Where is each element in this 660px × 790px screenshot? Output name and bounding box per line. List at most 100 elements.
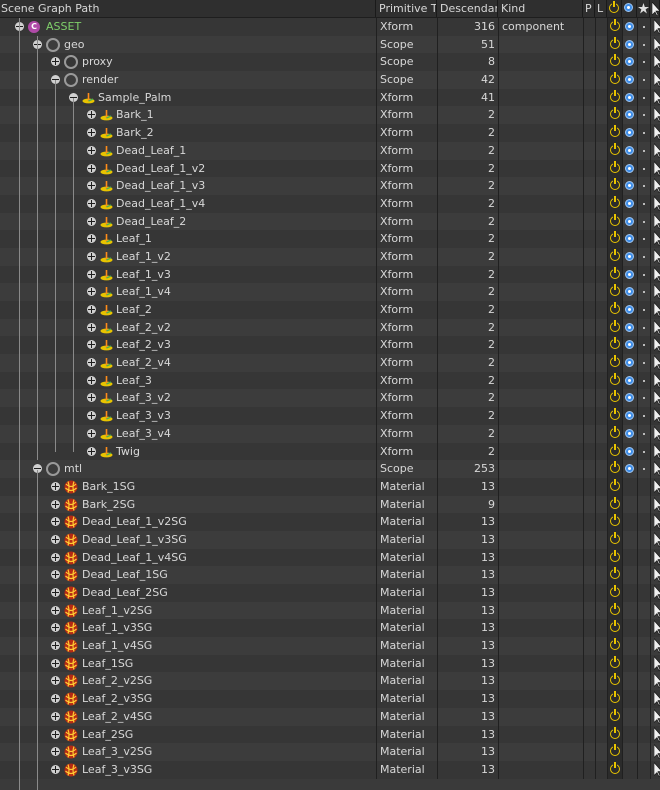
star-toggle[interactable]: [637, 230, 651, 248]
path-cell[interactable]: Dead_Leaf_1_v2: [0, 160, 376, 178]
tree-row[interactable]: Bark_2 Xform 2: [0, 124, 660, 142]
path-cell[interactable]: Leaf_3_v2: [0, 389, 376, 407]
star-toggle[interactable]: [637, 18, 651, 36]
tree-row[interactable]: Dead_Leaf_1_v2 Xform 2: [0, 159, 660, 178]
active-toggle[interactable]: [607, 371, 623, 390]
star-toggle[interactable]: [637, 371, 651, 390]
select-toggle[interactable]: [650, 230, 660, 248]
expand-icon[interactable]: [87, 181, 96, 191]
visibility-toggle[interactable]: [622, 690, 638, 708]
star-toggle[interactable]: [637, 336, 651, 355]
star-toggle[interactable]: [637, 301, 651, 319]
path-cell[interactable]: Leaf_3_v3: [0, 407, 376, 425]
path-cell[interactable]: Dead_Leaf_1_v2SG: [0, 513, 376, 531]
expand-icon[interactable]: [87, 411, 96, 421]
active-toggle[interactable]: [607, 35, 623, 54]
active-toggle[interactable]: [607, 566, 623, 584]
expand-icon[interactable]: [87, 393, 96, 403]
select-toggle[interactable]: [650, 601, 660, 620]
visibility-toggle[interactable]: [622, 460, 638, 478]
star-toggle[interactable]: [637, 141, 651, 160]
path-cell[interactable]: Dead_Leaf_1: [0, 142, 376, 160]
tree-row[interactable]: Leaf_2_v4SG Material 13: [0, 707, 660, 726]
visibility-toggle[interactable]: [622, 336, 638, 355]
tree-row[interactable]: Leaf_1_v4SG Material 13: [0, 637, 660, 655]
path-cell[interactable]: Dead_Leaf_1_v3: [0, 177, 376, 195]
active-toggle[interactable]: [607, 194, 623, 213]
expand-icon[interactable]: [87, 446, 96, 456]
visibility-toggle[interactable]: [622, 672, 638, 691]
visibility-toggle[interactable]: [622, 283, 638, 301]
tree-row[interactable]: Leaf_2 Xform 2: [0, 301, 660, 319]
visibility-toggle[interactable]: [622, 212, 638, 231]
active-toggle[interactable]: [607, 318, 623, 337]
visibility-toggle[interactable]: [622, 637, 638, 655]
expand-icon[interactable]: [87, 287, 96, 297]
tree-row[interactable]: Dead_Leaf_1_v3SG Material 13: [0, 530, 660, 549]
path-cell[interactable]: Dead_Leaf_1_v3SG: [0, 531, 376, 549]
star-toggle[interactable]: [637, 707, 651, 726]
select-toggle[interactable]: [650, 354, 660, 372]
column-header-visible[interactable]: [622, 0, 637, 17]
expand-icon[interactable]: [51, 641, 60, 651]
active-toggle[interactable]: [607, 672, 623, 691]
star-toggle[interactable]: [637, 71, 651, 89]
expand-icon[interactable]: [51, 588, 60, 597]
active-toggle[interactable]: [607, 230, 623, 248]
tree-row[interactable]: Dead_Leaf_1_v3 Xform 2: [0, 177, 660, 195]
visibility-toggle[interactable]: [622, 566, 638, 584]
active-toggle[interactable]: [607, 654, 623, 673]
select-toggle[interactable]: [650, 690, 660, 708]
visibility-toggle[interactable]: [622, 477, 638, 496]
visibility-toggle[interactable]: [622, 247, 638, 266]
expand-icon[interactable]: [51, 481, 60, 491]
visibility-toggle[interactable]: [622, 725, 638, 744]
expand-icon[interactable]: [87, 251, 96, 261]
tree-row[interactable]: Dead_Leaf_1_v2SG Material 13: [0, 513, 660, 531]
visibility-toggle[interactable]: [622, 442, 638, 461]
expand-icon[interactable]: [51, 534, 60, 544]
select-toggle[interactable]: [650, 407, 660, 425]
visibility-toggle[interactable]: [622, 194, 638, 213]
visibility-toggle[interactable]: [622, 265, 638, 284]
select-toggle[interactable]: [650, 371, 660, 390]
expand-icon[interactable]: [51, 570, 60, 580]
select-toggle[interactable]: [650, 159, 660, 178]
path-cell[interactable]: Leaf_2: [0, 301, 376, 319]
path-cell[interactable]: Leaf_1_v2SG: [0, 602, 376, 620]
tree-row[interactable]: Leaf_1_v4 Xform 2: [0, 283, 660, 301]
path-cell[interactable]: Leaf_1: [0, 230, 376, 248]
select-toggle[interactable]: [650, 725, 660, 744]
star-toggle[interactable]: [637, 124, 651, 142]
path-cell[interactable]: Leaf_1_v2: [0, 248, 376, 266]
active-toggle[interactable]: [607, 301, 623, 319]
tree-row[interactable]: Dead_Leaf_2SG Material 13: [0, 584, 660, 602]
tree-row[interactable]: geo Scope 51: [0, 35, 660, 54]
visibility-toggle[interactable]: [622, 495, 638, 514]
star-toggle[interactable]: [637, 424, 651, 443]
star-toggle[interactable]: [637, 247, 651, 266]
column-header-kind[interactable]: Kind: [498, 0, 583, 17]
star-toggle[interactable]: [637, 354, 651, 372]
select-toggle[interactable]: [650, 548, 660, 567]
visibility-toggle[interactable]: [622, 35, 638, 54]
tree-row[interactable]: Leaf_2_v2 Xform 2: [0, 318, 660, 337]
expand-icon[interactable]: [87, 145, 96, 155]
select-toggle[interactable]: [650, 760, 660, 779]
tree-row[interactable]: Twig Xform 2: [0, 442, 660, 461]
tree-row[interactable]: Dead_Leaf_2 Xform 2: [0, 212, 660, 231]
star-toggle[interactable]: [637, 283, 651, 301]
tree-row[interactable]: Dead_Leaf_1_v4 Xform 2: [0, 194, 660, 213]
star-toggle[interactable]: [637, 442, 651, 461]
visibility-toggle[interactable]: [622, 389, 638, 408]
path-cell[interactable]: Leaf_2_v4SG: [0, 708, 376, 726]
star-toggle[interactable]: [637, 389, 651, 408]
path-cell[interactable]: Leaf_2_v4: [0, 354, 376, 372]
tree-row[interactable]: Leaf_2SG Material 13: [0, 725, 660, 744]
select-toggle[interactable]: [650, 654, 660, 673]
tree-row[interactable]: render Scope 42: [0, 71, 660, 89]
select-toggle[interactable]: [650, 707, 660, 726]
active-toggle[interactable]: [607, 283, 623, 301]
visibility-toggle[interactable]: [622, 106, 638, 125]
expand-icon[interactable]: [51, 711, 60, 721]
